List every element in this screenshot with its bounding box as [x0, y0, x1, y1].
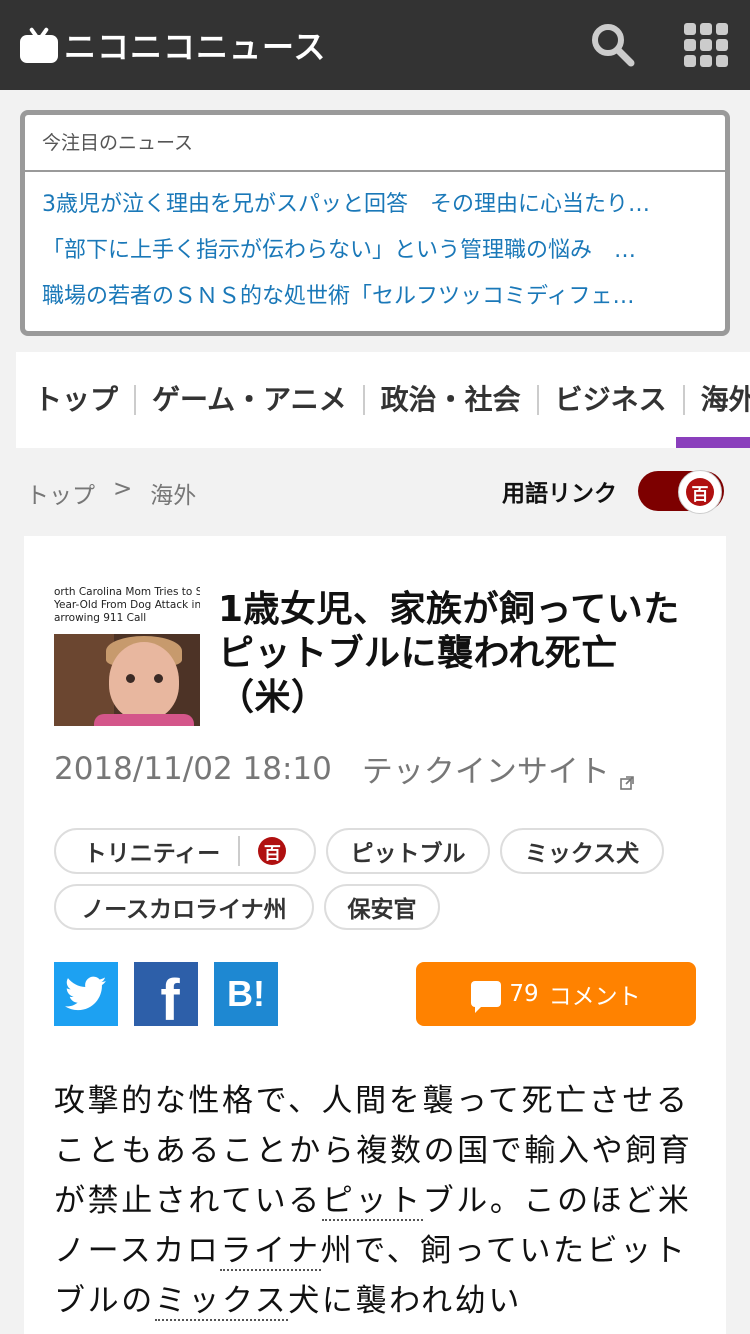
term-link[interactable]: ミックス: [154, 1283, 289, 1321]
tab-business[interactable]: ビジネス: [539, 385, 685, 415]
tag-sheriff[interactable]: 保安官: [324, 884, 440, 930]
trending-item[interactable]: 「部下に上手く指示が伝わらない」という管理職の悩み …: [25, 228, 725, 274]
article-card: orth Carolina Mom Tries to Save Year-Old…: [24, 536, 726, 1334]
facebook-share-button[interactable]: f: [134, 962, 198, 1033]
breadcrumb-separator: >: [113, 476, 133, 502]
site-logo[interactable]: ニコニコニュース: [20, 22, 326, 68]
external-link-icon: [620, 762, 634, 790]
term-link[interactable]: ピット: [321, 1183, 423, 1221]
trending-title: 今注目のニュース: [25, 115, 725, 172]
trending-news-box: 今注目のニュース 3歳児が泣く理由を兄がスパッと回答 その理由に心当たり… 「部…: [20, 110, 730, 336]
article-thumbnail[interactable]: orth Carolina Mom Tries to Save Year-Old…: [54, 586, 200, 726]
tag-mix-dog[interactable]: ミックス犬: [500, 828, 664, 874]
breadcrumb-top[interactable]: トップ: [26, 476, 95, 510]
tag-north-carolina[interactable]: ノースカロライナ州: [54, 884, 314, 930]
tag-label: トリニティー: [83, 841, 221, 867]
logo-text: ニコニコニュース: [64, 28, 327, 66]
twitter-share-button[interactable]: [54, 962, 118, 1026]
comment-bubble-icon: [471, 981, 502, 1013]
hatena-icon: B!: [227, 973, 265, 1014]
hatena-bookmark-button[interactable]: B!: [214, 962, 278, 1026]
tab-politics[interactable]: 政治・社会: [365, 385, 539, 415]
article-source[interactable]: テックインサイト: [362, 746, 610, 791]
tv-icon: [20, 26, 58, 63]
active-tab-indicator: [676, 437, 750, 448]
tab-overseas[interactable]: 海外: [685, 385, 750, 415]
facebook-icon: f: [160, 967, 180, 1033]
trending-item[interactable]: 3歳児が泣く理由を兄がスパッと回答 その理由に心当たり…: [25, 182, 725, 228]
twitter-icon: [65, 976, 107, 1011]
tag-pitbull[interactable]: ピットブル: [326, 828, 490, 874]
term-link[interactable]: ライナ: [220, 1233, 321, 1271]
breadcrumb-current[interactable]: 海外: [150, 476, 196, 510]
term-link-label: 用語リンク: [502, 481, 617, 507]
child-photo: [54, 634, 200, 726]
search-icon[interactable]: [590, 22, 636, 68]
term-link-toggle[interactable]: 百: [638, 470, 724, 514]
article-date: 2018/11/02 18:10: [54, 750, 332, 787]
thumbnail-caption: orth Carolina Mom Tries to Save Year-Old…: [54, 586, 200, 624]
tab-game-anime[interactable]: ゲーム・アニメ: [136, 385, 365, 415]
tab-top[interactable]: トップ: [16, 385, 137, 415]
breadcrumb: トップ > 海外: [26, 476, 196, 510]
dictionary-icon[interactable]: 百: [258, 837, 287, 865]
category-nav: トップ ゲーム・アニメ 政治・社会 ビジネス 海外: [16, 352, 750, 448]
dictionary-icon: 百: [686, 478, 714, 506]
article-body: 攻撃的な性格で、人間を襲って死亡させることもあることから複数の国で輸入や飼育が禁…: [54, 1083, 693, 1321]
comment-button[interactable]: 79 コメント: [416, 962, 696, 1026]
tag-trinity[interactable]: トリニティー 百: [54, 828, 316, 874]
top-bar: ニコニコニュース: [0, 0, 750, 90]
grid-icon[interactable]: [682, 22, 730, 68]
comment-label: コメント: [548, 984, 641, 1010]
trending-item[interactable]: 職場の若者のＳＮＳ的な処世術「セルフツッコミディフェ…: [25, 274, 725, 320]
article-title: 1歳女児、家族が飼っていたピットブルに襲われ死亡（米）: [218, 589, 680, 718]
article-meta: 2018/11/02 18:10 テックインサイト: [54, 746, 634, 791]
comment-count: 79: [509, 981, 539, 1007]
